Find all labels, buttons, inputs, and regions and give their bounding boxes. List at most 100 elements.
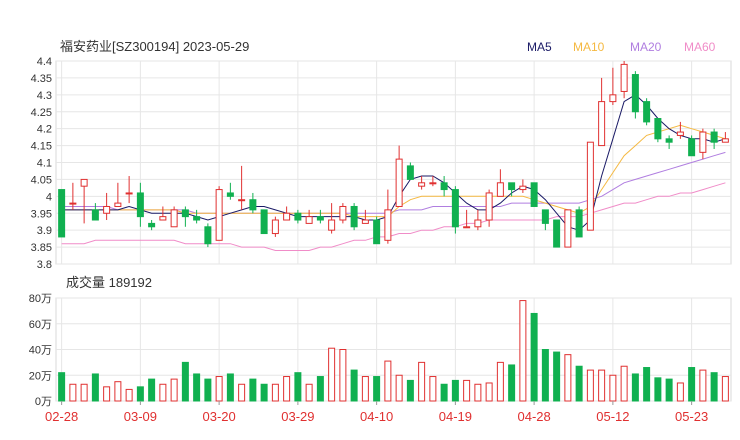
candle [148,220,156,231]
candle [553,219,561,248]
candle [114,182,122,207]
candle-body [519,185,527,191]
candle [103,192,111,221]
volume-bar [609,374,617,402]
candle [339,203,347,224]
volume-bar [406,379,414,402]
candle-body [238,199,246,202]
candle-body [586,141,594,231]
candle [496,169,504,197]
volume-bars [58,300,729,402]
candle-body [328,219,336,231]
candle-body [226,192,234,197]
volume-bar [553,351,561,402]
x-tick-label: 05-12 [596,409,629,424]
candle-body [350,205,358,228]
legend-ma20: MA20 [630,40,662,54]
x-tick-label: 04-10 [360,409,393,424]
volume-bar [361,376,369,402]
volume-bar [586,369,594,402]
candle-body [103,205,111,214]
volume-bar [541,349,549,402]
volume-bar [91,373,99,402]
candle-body [170,209,178,228]
stock-chart: 福安药业[SZ300194] 2023-05-29 MA5 MA10 MA20 MA6… [29,39,732,424]
candle-body [631,74,639,113]
candle-body [373,219,381,245]
volume-tick-label: 60万 [29,319,52,331]
legend-ma60: MA60 [684,40,716,54]
volume-tick-label: 80万 [29,293,52,305]
price-tick-label: 4.3 [37,90,52,102]
volume-bar [193,373,201,402]
candle-body [530,182,538,207]
ma20-line [61,151,726,214]
volume-title: 成交量 189192 [66,275,152,290]
candle [485,189,493,227]
volume-bar [564,354,572,402]
candle [215,186,223,241]
candle [463,209,471,229]
volume-bar [620,365,628,402]
candle-body [676,131,684,136]
volume-bar [474,383,482,402]
volume-bar [114,381,122,402]
volume-bar [294,372,302,402]
volume-bar [249,378,257,402]
candle [598,77,606,147]
volume-bar [215,376,223,402]
chart-title: 福安药业[SZ300194] 2023-05-29 [60,39,249,54]
candle-body [485,192,493,221]
volume-bar [496,361,504,402]
volume-bar [508,364,516,402]
candle-body [440,182,448,191]
volume-bar [643,367,651,402]
volume-bar [485,382,493,402]
candle-body [406,165,414,180]
price-tick-label: 3.85 [31,242,52,254]
candle [564,209,572,248]
candle-body [305,216,313,224]
candle [136,182,144,227]
x-tick-label: 04-19 [439,409,472,424]
candle [541,209,549,231]
x-tick-label: 04-28 [518,409,551,424]
candle-body [710,131,718,143]
candle-body [665,138,673,143]
volume-bar [463,379,471,402]
candle [654,118,662,143]
candle [609,67,617,105]
candle-body [114,202,122,207]
candle-body [463,226,471,229]
candle [316,209,324,224]
volume-bar [654,377,662,402]
candle [226,182,234,200]
candle [699,128,707,160]
price-tick-label: 4.2 [37,124,52,136]
candle-body [204,226,212,245]
candle-body [260,209,268,235]
candle-body [654,118,662,140]
candle [665,135,673,149]
moving-average-lines [61,94,726,251]
volume-bar [159,383,167,402]
volume-bar [373,376,381,402]
candle [586,141,594,231]
volume-bar [238,383,246,402]
candle [373,216,381,245]
volume-bar [451,379,459,402]
volume-tick-label: 40万 [29,345,52,357]
candle-body [316,216,324,221]
candle-body [125,192,133,195]
candle [91,203,99,221]
candle-body [643,101,651,123]
candle [80,178,88,224]
volume-bar [226,373,234,402]
volume-bar [598,369,606,402]
candle-body [361,219,369,224]
candle [519,179,527,193]
candle-body [384,209,392,241]
candle-body [283,212,291,221]
candle [688,135,696,157]
candle-body [215,189,223,241]
